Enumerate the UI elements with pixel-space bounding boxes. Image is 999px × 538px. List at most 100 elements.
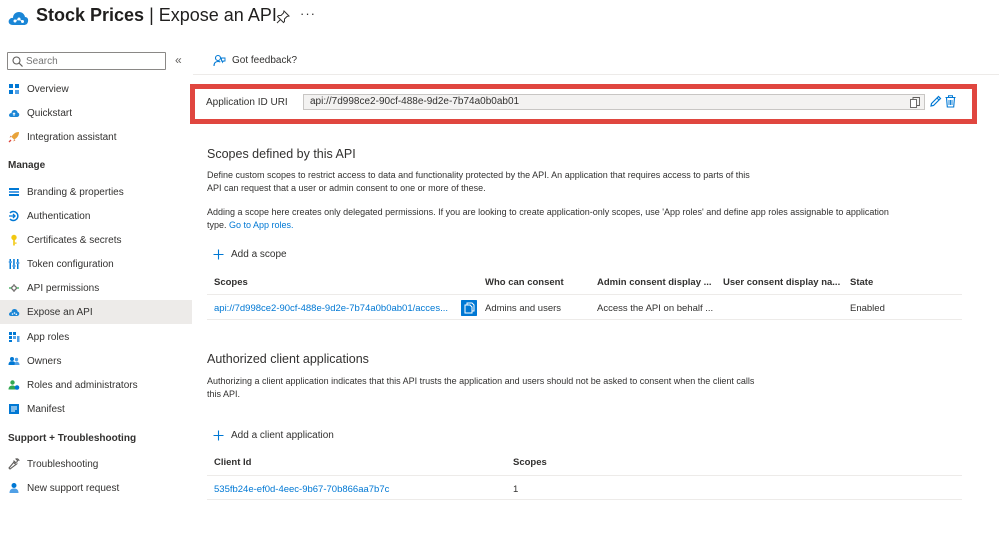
toolbar: Got feedback? <box>193 48 999 75</box>
page-header: Stock Prices | Expose an API ··· <box>0 0 999 36</box>
scopes-section-title: Scopes defined by this API <box>207 147 356 161</box>
sidebar-item-api-permissions[interactable]: API permissions <box>0 276 192 300</box>
admin-consent-display-cell: Access the API on behalf ... <box>597 303 714 314</box>
search-box[interactable] <box>7 52 166 70</box>
scopes-note-line: Adding a scope here creates only delegat… <box>207 207 889 217</box>
sidebar-item-overview[interactable]: Overview <box>0 77 192 101</box>
rocket-icon <box>8 132 19 143</box>
sidebar-item-label: Owners <box>27 355 62 367</box>
edit-icon[interactable] <box>929 95 942 108</box>
sidebar-item-authentication[interactable]: Authentication <box>0 204 192 228</box>
collapse-sidebar-button[interactable]: « <box>175 53 182 67</box>
sidebar-item-label: Authentication <box>27 210 91 222</box>
quickstart-cloud-icon <box>9 110 20 117</box>
sidebar-item-label: Branding & properties <box>27 186 124 198</box>
plus-icon <box>213 249 224 260</box>
state-cell: Enabled <box>850 303 885 314</box>
sidebar: « Overview Quickstart Integration assist… <box>0 48 193 538</box>
copy-icon[interactable] <box>910 97 920 108</box>
sidebar-item-label: Expose an API <box>27 306 93 318</box>
support-person-icon <box>9 483 19 493</box>
sidebar-item-roles-administrators[interactable]: Roles and administrators <box>0 373 192 397</box>
sidebar-item-label: Quickstart <box>27 107 73 119</box>
sidebar-item-label: Troubleshooting <box>27 458 99 470</box>
sidebar-item-new-support-request[interactable]: New support request <box>0 476 192 500</box>
add-scope-button[interactable]: Add a scope <box>213 249 287 260</box>
sidebar-item-quickstart[interactable]: Quickstart <box>0 101 192 125</box>
scopes-note: Adding a scope here creates only delegat… <box>207 206 977 231</box>
clients-description-line: Authorizing a client application indicat… <box>207 376 755 386</box>
client-id-link[interactable]: 535fb24e-ef0d-4eec-9b67-70b866aa7b7c <box>214 484 389 495</box>
column-header-scopes: Scopes <box>214 277 248 288</box>
sidebar-item-token-configuration[interactable]: Token configuration <box>0 252 192 276</box>
pin-icon[interactable] <box>276 10 290 24</box>
column-header-who-can-consent: Who can consent <box>485 277 564 288</box>
clients-description: Authorizing a client application indicat… <box>207 375 907 400</box>
sidebar-item-integration-assistant[interactable]: Integration assistant <box>0 125 192 149</box>
search-icon <box>12 56 23 67</box>
clients-section-title: Authorized client applications <box>207 352 369 366</box>
support-section-heading: Support + Troubleshooting <box>8 433 137 444</box>
column-header-admin-consent-display: Admin consent display ... <box>597 277 712 288</box>
plus-icon <box>213 430 224 441</box>
sidebar-item-manifest[interactable]: Manifest <box>0 397 192 421</box>
sidebar-item-label: Overview <box>27 83 69 95</box>
authentication-icon <box>9 210 19 222</box>
column-header-client-id: Client Id <box>214 457 252 468</box>
sidebar-item-label: Certificates & secrets <box>27 234 122 246</box>
table-header-divider <box>207 294 962 295</box>
sidebar-item-label: API permissions <box>27 282 100 294</box>
table-header-divider <box>207 475 962 476</box>
scopes-description: Define custom scopes to restrict access … <box>207 169 907 194</box>
sidebar-item-label: New support request <box>27 482 120 494</box>
clients-description-line: this API. <box>207 388 241 399</box>
app-id-uri-value: api://7d998ce2-90cf-488e-9d2e-7b74a0b0ab… <box>310 96 520 107</box>
feedback-button[interactable]: Got feedback? <box>213 54 297 67</box>
page-name: Expose an API <box>158 5 277 25</box>
sidebar-item-app-roles[interactable]: App roles <box>0 325 192 349</box>
search-input[interactable] <box>26 54 161 68</box>
sidebar-item-label: App roles <box>27 331 70 343</box>
app-name: Stock Prices <box>36 5 145 25</box>
sidebar-item-label: Token configuration <box>27 258 114 270</box>
title-separator: | <box>144 5 159 25</box>
scopes-note-prefix: type. <box>207 219 230 230</box>
sidebar-item-branding[interactable]: Branding & properties <box>0 180 192 204</box>
sidebar-item-certificates[interactable]: Certificates & secrets <box>0 228 192 252</box>
delete-icon[interactable] <box>945 95 956 108</box>
feedback-person-icon <box>213 54 226 67</box>
sidebar-item-label: Manifest <box>27 403 65 415</box>
token-config-icon <box>8 259 20 269</box>
column-header-state: State <box>850 277 874 288</box>
roles-admins-icon <box>8 380 20 390</box>
overview-grid-icon <box>9 84 19 94</box>
table-row-divider <box>207 319 962 320</box>
scope-link[interactable]: api://7d998ce2-90cf-488e-9d2e-7b74a0b0ab… <box>214 303 448 314</box>
copy-scope-icon[interactable] <box>461 300 477 316</box>
app-id-uri-field[interactable]: api://7d998ce2-90cf-488e-9d2e-7b74a0b0ab… <box>303 94 925 110</box>
app-roles-icon <box>9 332 20 342</box>
add-client-application-label: Add a client application <box>231 430 334 441</box>
column-header-client-scopes: Scopes <box>513 457 547 468</box>
table-row-divider <box>207 499 962 500</box>
sidebar-item-label: Integration assistant <box>27 131 117 143</box>
go-to-app-roles-link[interactable]: Go to App roles. <box>229 220 294 230</box>
scopes-description-line: API can request that a user or admin con… <box>207 182 486 193</box>
add-client-application-button[interactable]: Add a client application <box>213 430 334 441</box>
client-scopes-cell: 1 <box>513 484 519 495</box>
sidebar-item-label: Roles and administrators <box>27 379 138 391</box>
sidebar-item-troubleshooting[interactable]: Troubleshooting <box>0 452 192 476</box>
add-scope-label: Add a scope <box>231 249 287 260</box>
owners-icon <box>8 357 20 365</box>
sidebar-item-owners[interactable]: Owners <box>0 349 192 373</box>
manage-section-heading: Manage <box>8 160 46 171</box>
branding-icon <box>9 188 19 196</box>
key-icon <box>11 234 17 246</box>
sidebar-item-expose-an-api[interactable]: Expose an API <box>0 300 192 324</box>
column-header-user-consent-display: User consent display na... <box>723 277 841 288</box>
manifest-icon <box>9 404 19 414</box>
scopes-description-line: Define custom scopes to restrict access … <box>207 170 750 180</box>
expose-api-cloud-icon <box>9 309 20 316</box>
more-options-button[interactable]: ··· <box>300 6 316 21</box>
who-can-consent-cell: Admins and users <box>485 303 562 314</box>
